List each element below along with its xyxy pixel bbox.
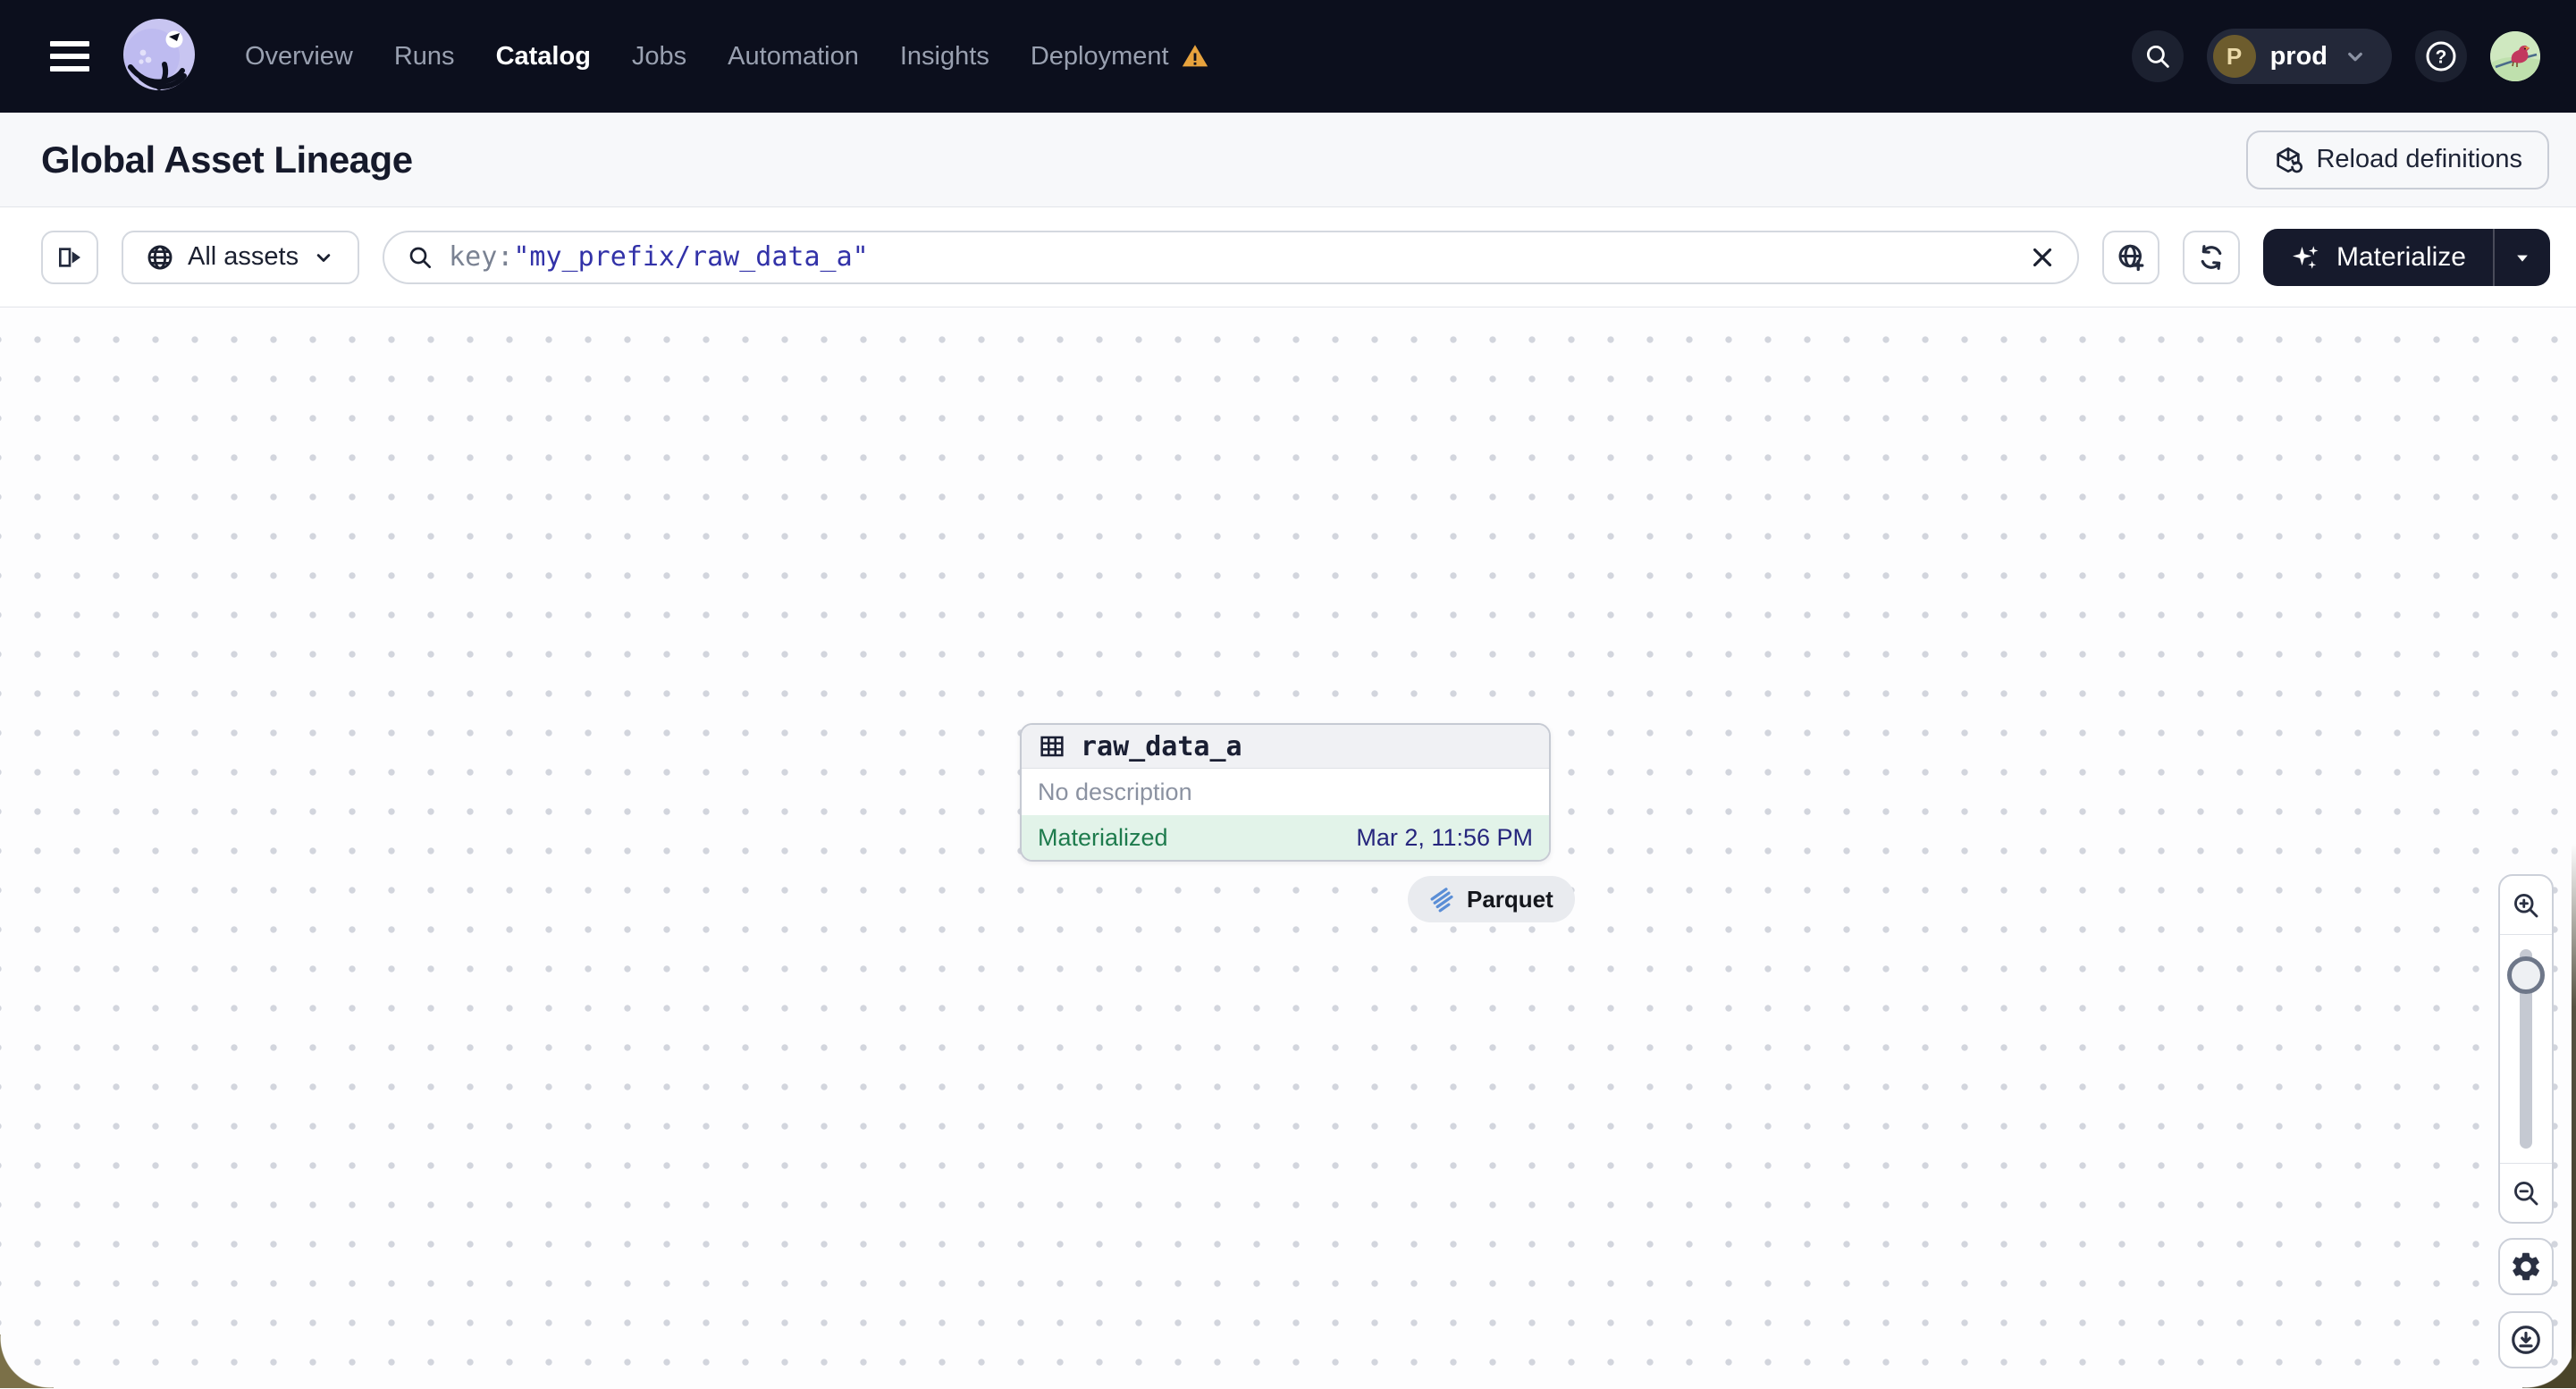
warning-icon xyxy=(1180,41,1210,72)
lineage-canvas[interactable]: raw_data_a No description Materialized M… xyxy=(0,307,2576,1388)
nav-label: Insights xyxy=(899,41,989,71)
new-lineage-tab-button[interactable] xyxy=(2101,230,2159,284)
globe-add-icon xyxy=(2115,241,2147,274)
asset-tag-label: Parquet xyxy=(1467,885,1553,913)
reload-definitions-button[interactable]: Reload definitions xyxy=(2246,130,2549,189)
table-icon xyxy=(1038,732,1066,761)
nav-label: Automation xyxy=(728,41,859,71)
clear-icon[interactable] xyxy=(2027,242,2058,273)
nav-item-insights[interactable]: Insights xyxy=(900,42,989,72)
search-query-value: "my_prefix/raw_data_a" xyxy=(513,241,869,273)
nav-item-automation[interactable]: Automation xyxy=(728,42,859,72)
asset-scope-dropdown[interactable]: All assets xyxy=(122,230,360,284)
asset-tag-parquet[interactable]: Parquet xyxy=(1408,876,1575,922)
globe-icon xyxy=(145,242,175,273)
graph-settings-button[interactable] xyxy=(2498,1238,2554,1295)
zoom-out-button[interactable] xyxy=(2500,1163,2552,1222)
asset-node-description: No description xyxy=(1038,778,1192,805)
zoom-out-icon xyxy=(2510,1177,2542,1209)
app-header: Overview Runs Catalog Jobs Automation In… xyxy=(0,0,2576,113)
chevron-down-icon xyxy=(2342,43,2369,70)
materialize-label: Materialize xyxy=(2336,241,2466,272)
zoom-in-icon xyxy=(2510,889,2542,922)
lineage-toolbar: All assets key:"my_prefix/raw_data_a" Ma… xyxy=(0,207,2576,307)
environment-switcher[interactable]: P prod xyxy=(2206,29,2392,84)
materialize-split-button: Materialize xyxy=(2262,228,2550,286)
page-title: Global Asset Lineage xyxy=(41,138,413,181)
asset-node-raw-data-a[interactable]: raw_data_a No description Materialized M… xyxy=(1020,723,1551,862)
search-query-text: key:"my_prefix/raw_data_a" xyxy=(449,241,2013,273)
asset-node-header: raw_data_a xyxy=(1022,725,1549,769)
zoom-slider[interactable] xyxy=(2500,935,2552,1163)
nav-item-jobs[interactable]: Jobs xyxy=(632,42,686,72)
svg-text:?: ? xyxy=(2436,46,2447,67)
window-corner-bottom-left xyxy=(0,1334,54,1388)
asset-node-status-row: Materialized Mar 2, 11:56 PM xyxy=(1022,815,1549,860)
environment-avatar: P xyxy=(2212,35,2256,78)
search-query-prefix: key: xyxy=(449,241,514,273)
header-right-cluster: P prod ? xyxy=(2131,29,2540,84)
panel-open-icon xyxy=(55,243,84,272)
reload-definitions-icon xyxy=(2273,145,2303,175)
nav-label: Runs xyxy=(393,41,455,71)
asset-scope-label: All assets xyxy=(188,242,299,271)
refresh-button[interactable] xyxy=(2182,230,2240,284)
refresh-icon xyxy=(2195,241,2227,274)
chevron-down-icon xyxy=(311,245,336,270)
asset-search-input[interactable]: key:"my_prefix/raw_data_a" xyxy=(383,230,2079,284)
search-icon xyxy=(406,243,434,272)
gear-icon xyxy=(2509,1250,2543,1284)
user-avatar[interactable] xyxy=(2490,31,2540,81)
nav-item-runs[interactable]: Runs xyxy=(394,42,455,72)
menu-icon[interactable] xyxy=(50,41,89,72)
nav-item-overview[interactable]: Overview xyxy=(245,42,353,72)
nav-label: Deployment xyxy=(1030,41,1169,71)
nav-label: Overview xyxy=(245,41,353,71)
status-badge: Materialized xyxy=(1038,823,1168,851)
main-nav: Overview Runs Catalog Jobs Automation In… xyxy=(245,41,1210,72)
help-icon[interactable]: ? xyxy=(2415,30,2467,82)
asset-node-body: No description xyxy=(1022,769,1549,815)
nav-label: Catalog xyxy=(495,41,591,71)
nav-item-deployment[interactable]: Deployment xyxy=(1031,41,1210,72)
title-bar: Global Asset Lineage Reload definitions xyxy=(0,113,2576,207)
caret-down-icon xyxy=(2510,245,2535,270)
materialize-button[interactable]: Materialize xyxy=(2263,229,2493,286)
search-icon[interactable] xyxy=(2131,30,2184,82)
zoom-in-button[interactable] xyxy=(2500,876,2552,935)
environment-label: prod xyxy=(2269,41,2328,71)
reload-definitions-label: Reload definitions xyxy=(2316,145,2522,173)
nav-label: Jobs xyxy=(631,41,687,71)
open-panel-button[interactable] xyxy=(41,230,98,284)
zoom-controls xyxy=(2498,874,2554,1224)
window-corner-bottom-right xyxy=(2522,1334,2576,1388)
window-edge xyxy=(2572,844,2576,1388)
materialization-timestamp[interactable]: Mar 2, 11:56 PM xyxy=(1356,824,1533,852)
dagster-logo[interactable] xyxy=(118,15,200,97)
asset-node-title: raw_data_a xyxy=(1081,730,1242,762)
sparkles-icon xyxy=(2290,241,2322,274)
nav-item-catalog[interactable]: Catalog xyxy=(496,42,591,72)
zoom-slider-handle[interactable] xyxy=(2507,956,2545,994)
parquet-icon xyxy=(1429,886,1456,913)
materialize-options-button[interactable] xyxy=(2495,229,2550,286)
